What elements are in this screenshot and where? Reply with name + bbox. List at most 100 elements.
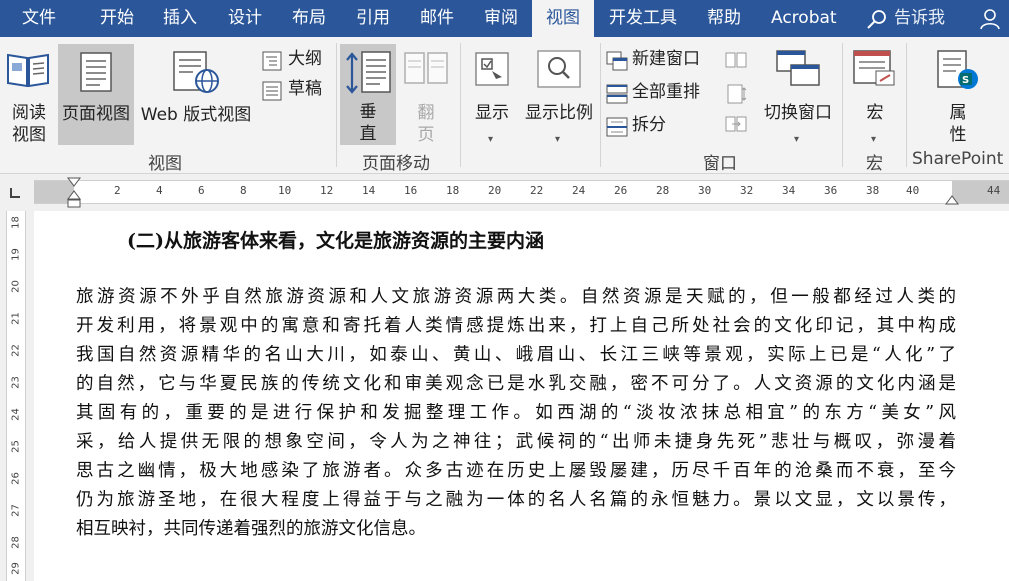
view-side-by-side-icon[interactable] <box>724 51 748 71</box>
ruler-number: 10 <box>278 184 292 197</box>
vertical-button[interactable]: 垂 直 <box>340 44 396 145</box>
new-window-label: 新建窗口 <box>632 49 700 69</box>
tab-design[interactable]: 设计 <box>228 0 262 37</box>
ruler-number: 20 <box>10 280 22 293</box>
ruler-number: 34 <box>782 184 796 197</box>
split-label: 拆分 <box>632 115 666 135</box>
tab-selector[interactable] <box>10 188 20 198</box>
views-group-label: 视图 <box>148 154 182 174</box>
tab-insert[interactable]: 插入 <box>163 0 197 37</box>
ruler-number: 6 <box>198 184 205 197</box>
chevron-down-icon: ▾ <box>488 134 494 145</box>
tab-help[interactable]: 帮助 <box>707 0 741 37</box>
synchronous-scrolling-icon[interactable] <box>724 83 748 105</box>
paragraph-line: 思古之幽情，极大地感染了旅游者。众多古迹在历史上屡毁屡建，历尽千百年的沧桑而不衰… <box>76 461 956 481</box>
ruler-number: 23 <box>10 376 22 389</box>
split-button[interactable]: 拆分 <box>606 115 710 139</box>
body-paragraph[interactable]: 旅游资源不外乎自然旅游资源和人文旅游资源两大类。自然资源是天赋的，但一般都经过人… <box>76 283 956 544</box>
page-icon <box>80 52 112 92</box>
user-account-icon[interactable] <box>978 7 1002 31</box>
ruler-number: 24 <box>572 184 586 197</box>
side-to-side-label-2: 页 <box>417 125 435 145</box>
vertical-ruler[interactable]: 18 19 20 21 22 23 24 25 26 27 28 29 <box>0 211 34 581</box>
tab-view[interactable]: 视图 <box>532 0 594 37</box>
switch-windows-label: 切换窗口 <box>764 103 832 123</box>
paragraph-line: 其固有的，重要的是进行保护和发掘整理工作。如西湖的“淡妆浓抹总相宜”的东方“美女… <box>76 403 956 423</box>
read-mode-label-2: 视图 <box>12 125 46 145</box>
ruler-number: 26 <box>10 472 22 485</box>
ruler-number: 14 <box>362 184 376 197</box>
macros-group-label: 宏 <box>866 154 883 174</box>
right-margin-region <box>952 181 1009 203</box>
print-layout-button[interactable]: 页面视图 <box>58 44 134 145</box>
draft-button[interactable]: 草稿 <box>262 79 332 103</box>
show-label: 显示 <box>475 103 509 123</box>
tab-review[interactable]: 审阅 <box>484 0 518 37</box>
properties-button[interactable]: S 属 性 <box>930 45 986 145</box>
group-separator <box>600 43 601 167</box>
ruler-number: 4 <box>156 184 163 197</box>
new-window-button[interactable]: 新建窗口 <box>606 49 710 73</box>
arrange-all-label: 全部重排 <box>632 82 700 102</box>
paragraph-line: 旅游资源不外乎自然旅游资源和人文旅游资源两大类。自然资源是天赋的，但一般都经过人… <box>76 287 956 307</box>
ruler-number: 27 <box>10 504 22 517</box>
group-separator <box>842 43 843 167</box>
arrange-all-button[interactable]: 全部重排 <box>606 82 710 106</box>
read-mode-button[interactable]: 阅读 视图 <box>3 45 55 145</box>
vertical-scroll-icon <box>346 51 391 94</box>
right-indent-marker-icon[interactable] <box>944 193 960 205</box>
macros-button[interactable]: 宏 ▾ <box>848 45 902 145</box>
zoom-button[interactable]: 显示比例 ▾ <box>522 45 596 145</box>
paragraph-line: 的自然，它与华夏民族的传统文化和审美观念已是水乳交融，密不可分了。人文资源的文化… <box>76 374 956 394</box>
outline-label: 大纲 <box>288 49 322 69</box>
ruler-number: 19 <box>10 248 22 261</box>
ruler-number: 22 <box>530 184 544 197</box>
page-movement-group-label: 页面移动 <box>362 154 430 174</box>
macros-label: 宏 <box>866 103 884 123</box>
split-icon <box>606 117 628 137</box>
indent-marker-icon[interactable] <box>66 177 82 211</box>
ruler-number: 36 <box>824 184 838 197</box>
zoom-label: 显示比例 <box>525 103 593 123</box>
web-page-globe-icon <box>173 51 219 93</box>
ruler-number: 22 <box>10 344 22 357</box>
properties-label-1: 属 <box>949 103 967 123</box>
properties-label-2: 性 <box>949 125 967 145</box>
print-layout-label: 页面视图 <box>62 104 130 124</box>
side-to-side-label-1: 翻 <box>417 103 435 123</box>
tab-acrobat[interactable]: Acrobat <box>771 0 837 37</box>
outline-button[interactable]: 大纲 <box>262 49 332 73</box>
group-separator <box>460 43 461 167</box>
outline-icon <box>262 51 282 71</box>
paragraph-line: 开发利用，将景观中的寓意和寄托着人类情感提炼出来，打上自己所处社会的文化印记，其… <box>76 316 956 336</box>
reset-window-position-icon[interactable] <box>724 115 748 135</box>
ruler-number: 28 <box>10 536 22 549</box>
horizontal-ruler[interactable]: 2 4 6 8 10 12 14 16 18 20 22 24 26 28 30… <box>34 177 1009 208</box>
draft-label: 草稿 <box>288 79 322 99</box>
tab-developer[interactable]: 开发工具 <box>609 0 677 37</box>
chevron-down-icon: ▾ <box>794 134 800 145</box>
ruler-number: 44 <box>987 184 1001 197</box>
document-page[interactable]: (二)从旅游客体来看，文化是旅游资源的主要内涵 旅游资源不外乎自然旅游资源和人文… <box>34 211 1009 581</box>
ruler-number: 18 <box>10 216 22 229</box>
tab-references[interactable]: 引用 <box>356 0 390 37</box>
web-layout-label: Web 版式视图 <box>140 105 252 125</box>
tab-file[interactable]: 文件 <box>22 0 56 37</box>
ruler-number: 30 <box>698 184 712 197</box>
ruler-number: 38 <box>866 184 880 197</box>
tab-mailings[interactable]: 邮件 <box>420 0 454 37</box>
tab-home[interactable]: 开始 <box>100 0 134 37</box>
ruler-number: 24 <box>10 408 22 421</box>
sharepoint-group-label: SharePoint <box>912 149 1004 169</box>
show-button[interactable]: 显示 ▾ <box>466 45 518 145</box>
svg-text:S: S <box>962 75 969 86</box>
new-window-icon <box>606 51 628 71</box>
ruler-number: 29 <box>10 562 22 575</box>
switch-windows-button[interactable]: 切换窗口 ▾ <box>758 45 838 145</box>
web-layout-button[interactable]: Web 版式视图 <box>137 45 255 145</box>
paragraph-line: 采，给人提供无限的想象空间，令人为之神往；武候祠的“出师未捷身先死”悲壮与概叹，… <box>76 432 956 452</box>
tab-layout[interactable]: 布局 <box>292 0 326 37</box>
read-mode-label-1: 阅读 <box>12 103 46 123</box>
sharepoint-properties-icon: S <box>937 50 978 89</box>
side-to-side-button[interactable]: 翻 页 <box>400 45 452 145</box>
